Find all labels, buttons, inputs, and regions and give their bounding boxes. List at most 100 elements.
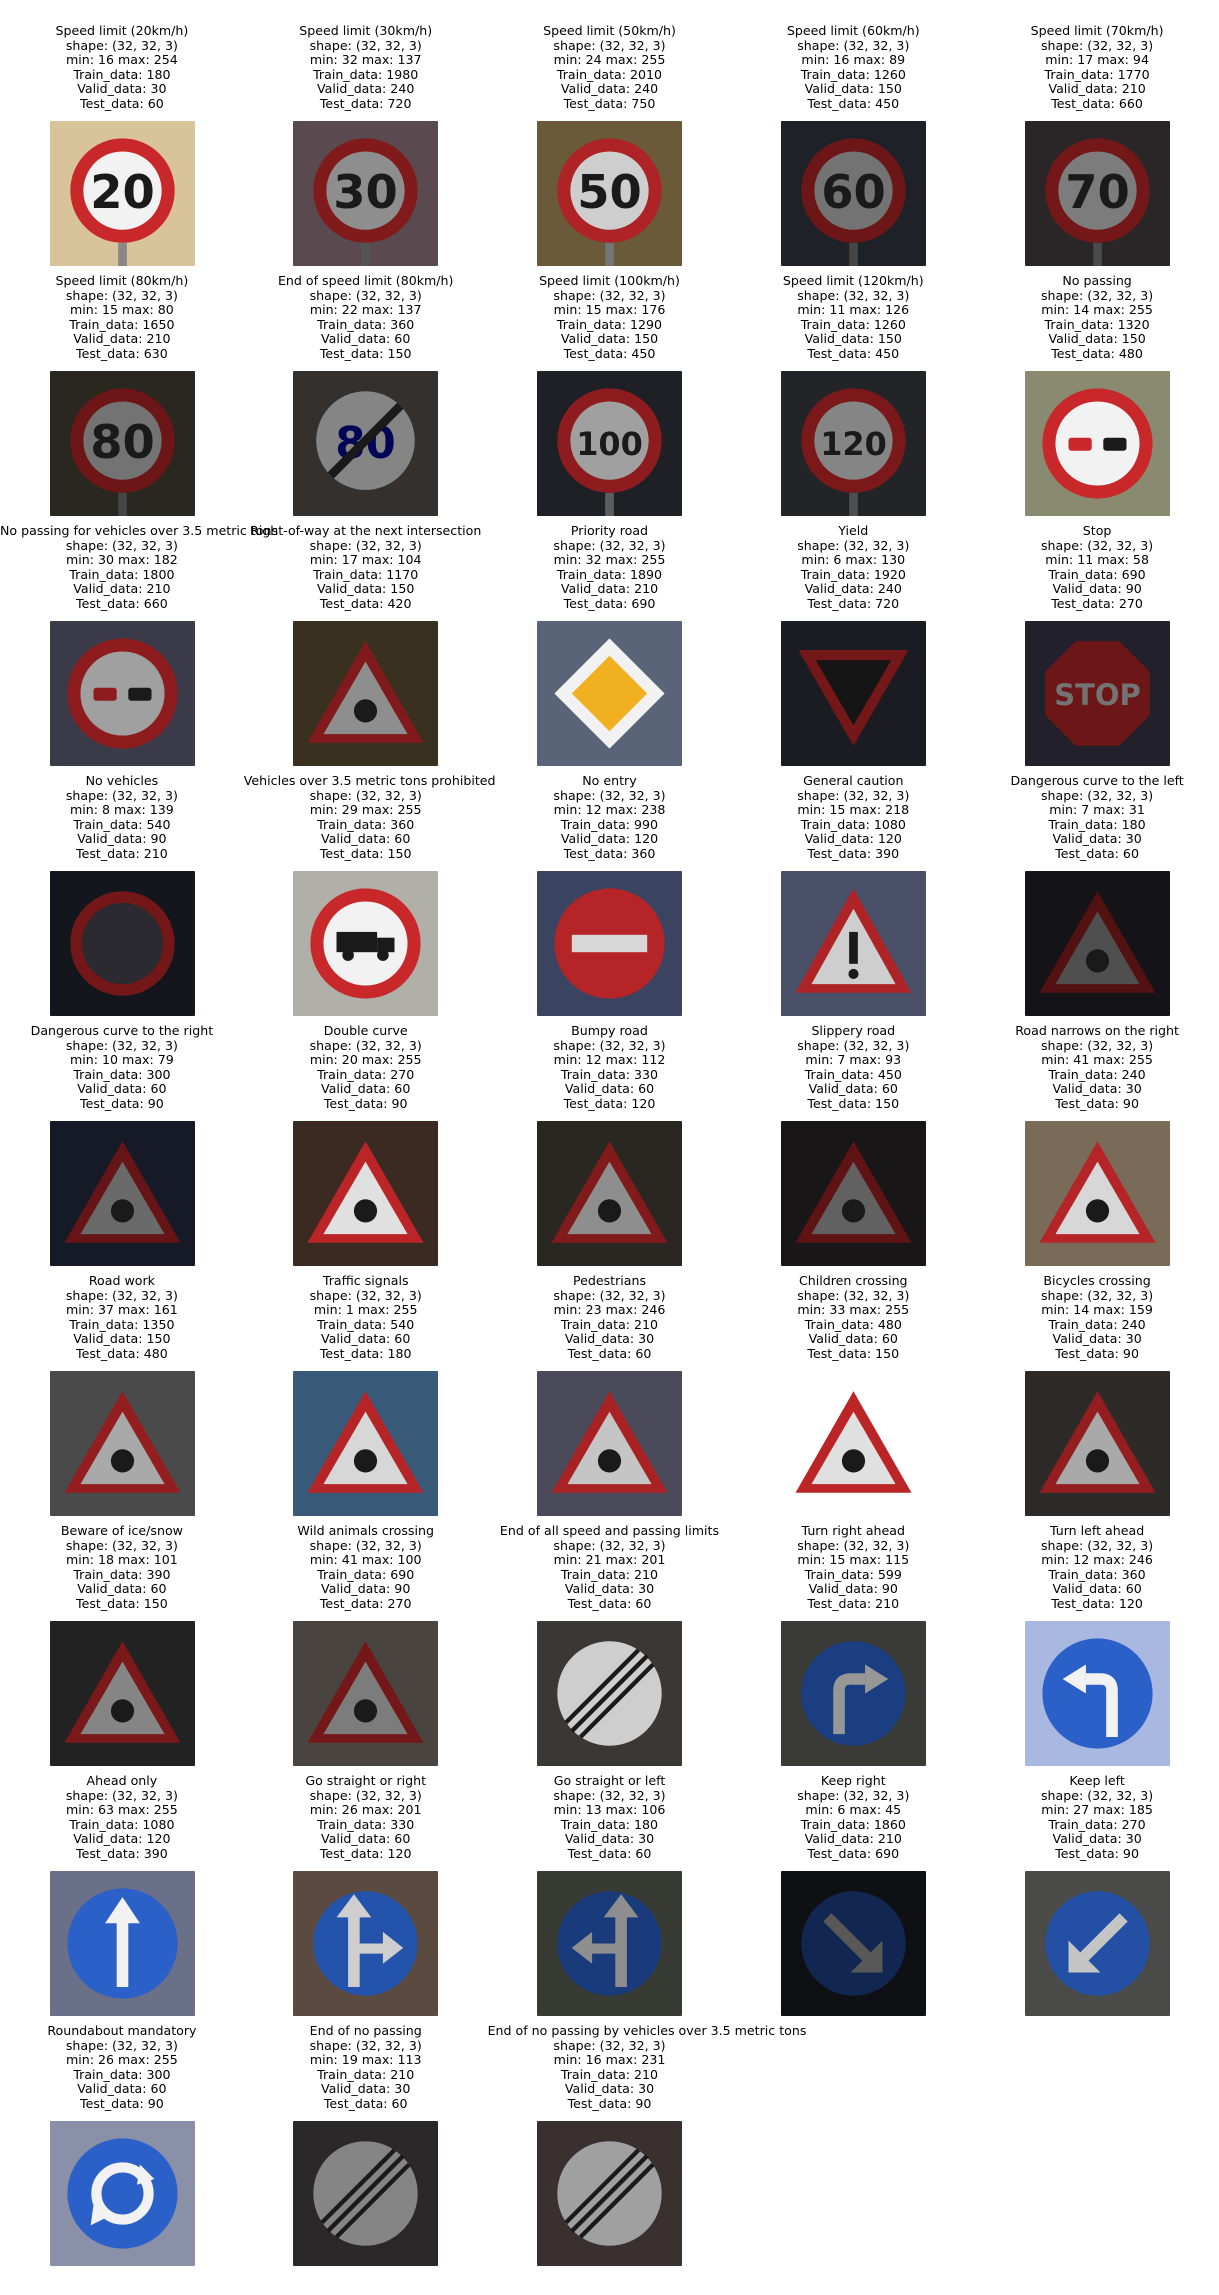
caption-test: Test_data: 60 <box>567 1345 652 1361</box>
sample-caption: Speed limit (60km/h) shape: (32, 32, 3) mi… <box>731 23 975 112</box>
caption-shape: shape: (32, 32, 3) <box>309 787 422 803</box>
sign-image <box>780 621 926 766</box>
caption-valid: Valid_data: 30 <box>564 1831 655 1847</box>
sample-cell: Wild animals crossing shape: (32, 32, 3) m… <box>244 1500 488 1766</box>
caption-valid: Valid_data: 240 <box>560 81 659 97</box>
caption-minmax: min: 6 max: 130 <box>801 552 906 568</box>
caption-valid: Valid_data: 240 <box>804 581 902 597</box>
sample-cell: Road narrows on the right shape: (32, 32,… <box>975 1000 1219 1266</box>
caption-valid: Valid_data: 60 <box>321 331 411 347</box>
caption-minmax: min: 17 max: 104 <box>309 552 422 568</box>
sign-number: 120 <box>820 425 887 463</box>
caption-test: Test_data: 120 <box>1051 1595 1143 1611</box>
sample-cell: No passing shape: (32, 32, 3) min: 14 max:… <box>975 250 1219 516</box>
caption-title: No passing <box>1062 273 1132 288</box>
caption-minmax: min: 16 max: 89 <box>801 52 906 68</box>
sample-cell: Speed limit (80km/h) shape: (32, 32, 3) mi… <box>0 250 244 516</box>
caption-train: Train_data: 390 <box>73 1566 171 1582</box>
sample-cell: Speed limit (20km/h) shape: (32, 32, 3) mi… <box>0 0 244 266</box>
sample-caption: No entry shape: (32, 32, 3) min: 12 max: 2… <box>488 773 732 862</box>
caption-train: Train_data: 1350 <box>69 1316 175 1332</box>
sample-caption: Beware of ice/snow shape: (32, 32, 3) min:… <box>0 1523 244 1612</box>
caption-train: Train_data: 330 <box>560 1066 659 1082</box>
sign-number: 60 <box>821 165 886 219</box>
sign-image: 50 <box>536 121 682 266</box>
sign-image: STOP <box>1024 621 1170 766</box>
caption-shape: shape: (32, 32, 3) <box>797 787 910 803</box>
caption-valid: Valid_data: 90 <box>77 831 167 847</box>
caption-train: Train_data: 540 <box>73 816 171 832</box>
caption-title: Priority road <box>570 523 649 538</box>
caption-title: End of no passing by vehicles over 3.5 m… <box>487 2023 807 2038</box>
sample-cell: Turn right ahead shape: (32, 32, 3) min: 1… <box>731 1500 975 1766</box>
sign-image <box>780 1371 926 1516</box>
sign-image <box>1024 1621 1170 1766</box>
caption-test: Test_data: 90 <box>80 2095 164 2111</box>
caption-minmax: min: 16 max: 254 <box>66 52 178 68</box>
caption-valid: Valid_data: 30 <box>1052 1331 1142 1347</box>
sign-number: 70 <box>1065 165 1130 219</box>
caption-shape: shape: (32, 32, 3) <box>65 287 178 303</box>
caption-shape: shape: (32, 32, 3) <box>65 537 178 553</box>
sample-cell: Roundabout mandatory shape: (32, 32, 3) mi… <box>0 2000 244 2266</box>
caption-minmax: min: 15 max: 218 <box>797 802 910 818</box>
sample-cell: Speed limit (60km/h) shape: (32, 32, 3) mi… <box>731 0 975 266</box>
caption-valid: Valid_data: 90 <box>1052 581 1142 597</box>
caption-minmax: min: 26 max: 255 <box>66 2052 178 2068</box>
caption-shape: shape: (32, 32, 3) <box>553 1037 666 1053</box>
sign-image <box>1024 1121 1170 1266</box>
sample-cell: No entry shape: (32, 32, 3) min: 12 max: 2… <box>488 750 732 1016</box>
caption-title: Go straight or left <box>553 1773 666 1788</box>
sample-caption: Right-of-way at the next intersection sha… <box>244 523 488 612</box>
caption-test: Test_data: 690 <box>563 595 656 611</box>
caption-valid: Valid_data: 150 <box>317 581 415 597</box>
caption-shape: shape: (32, 32, 3) <box>1041 1037 1154 1053</box>
caption-test: Test_data: 660 <box>1051 95 1143 111</box>
caption-title: Traffic signals <box>322 1273 409 1288</box>
sample-caption: Turn right ahead shape: (32, 32, 3) min: 1… <box>731 1523 975 1612</box>
caption-valid: Valid_data: 30 <box>564 1581 655 1597</box>
caption-minmax: min: 15 max: 176 <box>553 302 666 318</box>
sample-caption: End of no passing by vehicles over 3.5 m… <box>487 2023 807 2112</box>
caption-shape: shape: (32, 32, 3) <box>797 1037 910 1053</box>
sign-image <box>1024 1371 1170 1516</box>
caption-train: Train_data: 1890 <box>556 566 663 582</box>
caption-minmax: min: 32 max: 137 <box>309 52 422 68</box>
sign-image <box>50 2121 195 2266</box>
caption-title: Turn right ahead <box>801 1523 906 1538</box>
sample-caption: Dangerous curve to the left shape: (32, 3… <box>975 773 1219 862</box>
caption-minmax: min: 63 max: 255 <box>66 1802 178 1818</box>
caption-train: Train_data: 210 <box>317 2066 415 2082</box>
sign-image <box>50 1371 195 1516</box>
caption-title: Speed limit (80km/h) <box>55 273 189 288</box>
sample-cell: Dangerous curve to the left shape: (32, 3… <box>975 750 1219 1016</box>
caption-valid: Valid_data: 30 <box>77 81 167 97</box>
sample-cell: Speed limit (30km/h) shape: (32, 32, 3) mi… <box>244 0 488 266</box>
sign-image <box>536 1871 682 2016</box>
caption-title: Speed limit (50km/h) <box>543 23 676 38</box>
caption-title: Speed limit (120km/h) <box>782 273 924 288</box>
caption-test: Test_data: 420 <box>319 595 412 611</box>
caption-minmax: min: 14 max: 159 <box>1041 1302 1153 1318</box>
caption-valid: Valid_data: 210 <box>73 331 171 347</box>
sample-caption: Bicycles crossing shape: (32, 32, 3) min: … <box>975 1273 1219 1362</box>
caption-train: Train_data: 1770 <box>1044 66 1150 82</box>
caption-minmax: min: 1 max: 255 <box>313 1302 418 1318</box>
caption-test: Test_data: 120 <box>319 1845 412 1861</box>
sample-caption: Ahead only shape: (32, 32, 3) min: 63 max:… <box>0 1773 244 1862</box>
sign-image <box>50 1871 195 2016</box>
caption-title: No passing for vehicles over 3.5 metric … <box>0 523 279 538</box>
caption-valid: Valid_data: 120 <box>804 831 902 847</box>
sample-caption: Keep right shape: (32, 32, 3) min: 6 max: … <box>731 1773 975 1862</box>
caption-shape: shape: (32, 32, 3) <box>553 37 666 53</box>
caption-valid: Valid_data: 60 <box>1052 1581 1142 1597</box>
caption-valid: Valid_data: 210 <box>73 581 171 597</box>
caption-minmax: min: 12 max: 112 <box>553 1052 666 1068</box>
caption-shape: shape: (32, 32, 3) <box>309 1287 422 1303</box>
caption-shape: shape: (32, 32, 3) <box>553 787 666 803</box>
caption-minmax: min: 29 max: 255 <box>309 802 422 818</box>
sign-image <box>536 621 682 766</box>
sample-caption: Keep left shape: (32, 32, 3) min: 27 max: … <box>975 1773 1219 1862</box>
caption-shape: shape: (32, 32, 3) <box>1041 287 1154 303</box>
caption-minmax: min: 13 max: 106 <box>553 1802 666 1818</box>
